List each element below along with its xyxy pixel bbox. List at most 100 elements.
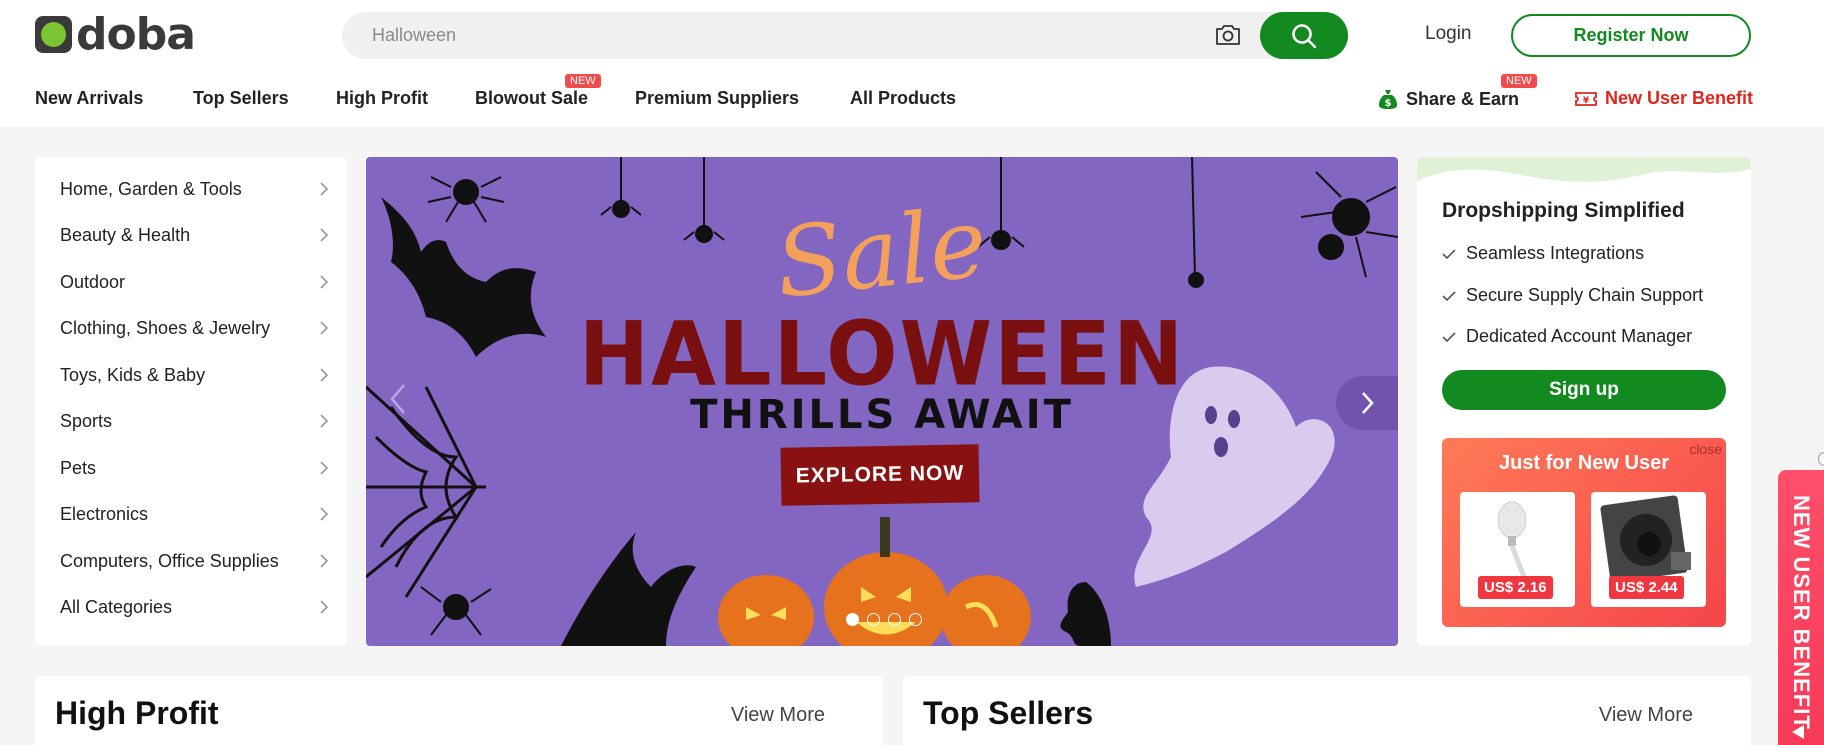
chevron-right-icon bbox=[320, 368, 329, 382]
category-label: Pets bbox=[60, 457, 97, 478]
hero-banner[interactable]: Sale HALLOWEEN THRILLS AWAIT EXPLORE NOW bbox=[366, 157, 1398, 646]
chevron-right-icon bbox=[320, 182, 329, 196]
category-item[interactable]: Electronics bbox=[60, 499, 330, 529]
check-icon bbox=[1442, 248, 1456, 259]
top-sellers-section: Top Sellers View More bbox=[903, 676, 1751, 745]
nav-premium-suppliers[interactable]: Premium Suppliers bbox=[635, 88, 799, 109]
chevron-right-icon bbox=[320, 554, 329, 568]
doba-logo[interactable]: doba bbox=[35, 9, 196, 60]
check-icon bbox=[1442, 290, 1456, 301]
category-item[interactable]: Sports bbox=[60, 406, 330, 436]
money-bag-icon: $ bbox=[1379, 90, 1397, 109]
register-now-button[interactable]: Register Now bbox=[1511, 14, 1751, 57]
pagination-dot[interactable] bbox=[909, 613, 922, 626]
svg-text:¥: ¥ bbox=[1583, 96, 1590, 106]
login-link[interactable]: Login bbox=[1425, 23, 1472, 45]
category-item[interactable]: Clothing, Shoes & Jewelry bbox=[60, 313, 330, 343]
view-more-link[interactable]: View More bbox=[1599, 704, 1693, 727]
sign-up-button[interactable]: Sign up bbox=[1442, 370, 1726, 410]
float-tab-label: NEW USER BENEFIT bbox=[1789, 495, 1814, 730]
category-item[interactable]: Toys, Kids & Baby bbox=[60, 360, 330, 390]
search-input[interactable] bbox=[372, 12, 1222, 59]
category-menu: Home, Garden & Tools Beauty & Health Out… bbox=[35, 157, 347, 646]
arrow-left-icon bbox=[1792, 725, 1804, 739]
promo-title: Just for New User bbox=[1498, 452, 1670, 474]
chevron-left-icon[interactable] bbox=[386, 379, 410, 419]
product-price: US$ 2.44 bbox=[1609, 576, 1684, 599]
category-item[interactable]: Computers, Office Supplies bbox=[60, 546, 330, 576]
chevron-right-icon bbox=[320, 321, 329, 335]
category-item[interactable]: Pets bbox=[60, 453, 330, 483]
ticket-icon: ¥ bbox=[1575, 91, 1597, 106]
svg-text:$: $ bbox=[1385, 98, 1392, 109]
product-price: US$ 2.16 bbox=[1478, 576, 1553, 599]
search-button[interactable] bbox=[1260, 12, 1348, 59]
chevron-right-icon bbox=[320, 507, 329, 521]
chevron-right-icon bbox=[320, 275, 329, 289]
pagination-dot[interactable] bbox=[867, 613, 880, 626]
category-label: Clothing, Shoes & Jewelry bbox=[60, 317, 271, 338]
chevron-right-icon bbox=[320, 414, 329, 428]
camera-icon[interactable] bbox=[1214, 23, 1242, 47]
new-user-benefit-tab[interactable]: NEW USER BENEFIT bbox=[1778, 470, 1824, 745]
dropshipping-title: Dropshipping Simplified bbox=[1442, 199, 1685, 222]
pagination-dot[interactable] bbox=[888, 613, 901, 626]
dropshipping-panel: Dropshipping Simplified Seamless Integra… bbox=[1417, 157, 1751, 646]
category-label: Outdoor bbox=[60, 271, 126, 292]
feature-label: Dedicated Account Manager bbox=[1466, 326, 1693, 346]
promo-product[interactable]: US$ 2.16 bbox=[1460, 492, 1575, 607]
category-item[interactable]: Outdoor bbox=[60, 267, 330, 297]
nav-top-sellers[interactable]: Top Sellers bbox=[193, 88, 289, 109]
main-nav: New Arrivals Top Sellers High Profit Blo… bbox=[0, 74, 1824, 113]
nav-high-profit[interactable]: High Profit bbox=[336, 88, 428, 109]
category-label: Beauty & Health bbox=[60, 224, 191, 245]
new-user-benefit-link[interactable]: ¥ New User Benefit bbox=[1575, 88, 1753, 109]
new-badge: NEW bbox=[565, 74, 601, 88]
float-close-icon[interactable] bbox=[1818, 452, 1824, 466]
chevron-right-icon bbox=[320, 228, 329, 242]
category-item[interactable]: Beauty & Health bbox=[60, 220, 330, 250]
category-label: Toys, Kids & Baby bbox=[60, 364, 206, 385]
nav-blowout-sale[interactable]: Blowout Sale NEW bbox=[475, 74, 601, 109]
new-user-benefit-label: New User Benefit bbox=[1605, 88, 1754, 108]
feature-item: Dedicated Account Manager bbox=[1442, 326, 1692, 347]
section-title: Top Sellers bbox=[923, 695, 1094, 731]
share-new-badge: NEW bbox=[1501, 74, 1537, 88]
chevron-right-icon bbox=[1362, 392, 1374, 414]
view-more-link[interactable]: View More bbox=[731, 704, 825, 727]
check-icon bbox=[1442, 331, 1456, 342]
new-user-promo[interactable]: Just for New User close US$ 2.16 US$ 2.4… bbox=[1442, 438, 1726, 627]
feature-label: Seamless Integrations bbox=[1466, 243, 1645, 263]
category-item[interactable]: Home, Garden & Tools bbox=[60, 174, 330, 204]
search-icon bbox=[1292, 23, 1317, 48]
banner-sale-text: Sale bbox=[770, 186, 992, 320]
share-earn-link[interactable]: $ Share & Earn NEW bbox=[1378, 74, 1537, 110]
search-bar bbox=[342, 12, 1348, 59]
category-label: Sports bbox=[60, 410, 113, 431]
nav-all-products[interactable]: All Products bbox=[850, 88, 956, 109]
explore-now-button[interactable]: EXPLORE NOW bbox=[780, 444, 980, 506]
feature-label: Secure Supply Chain Support bbox=[1466, 285, 1704, 305]
chevron-right-icon bbox=[320, 461, 329, 475]
site-header: doba Login Register Now New Arrivals Top… bbox=[0, 0, 1824, 127]
category-label: Electronics bbox=[60, 503, 149, 524]
nav-new-arrivals[interactable]: New Arrivals bbox=[35, 88, 143, 109]
nav-blowout-sale-label: Blowout Sale bbox=[475, 88, 589, 108]
section-title: High Profit bbox=[55, 695, 219, 731]
high-profit-section: High Profit View More bbox=[35, 676, 883, 745]
chevron-right-icon bbox=[320, 600, 329, 614]
share-earn-label: Share & Earn bbox=[1406, 88, 1520, 109]
wave-decoration-icon bbox=[1417, 157, 1751, 182]
promo-product[interactable]: US$ 2.44 bbox=[1591, 492, 1706, 607]
promo-close-button[interactable]: close bbox=[1689, 441, 1722, 457]
category-label: Home, Garden & Tools bbox=[60, 178, 242, 199]
banner-next-button[interactable] bbox=[1336, 376, 1398, 430]
banner-subhead: THRILLS AWAIT bbox=[690, 392, 1074, 438]
pagination-dot[interactable] bbox=[846, 613, 859, 626]
banner-pagination bbox=[846, 613, 922, 626]
category-label: All Categories bbox=[60, 596, 173, 617]
category-item[interactable]: All Categories bbox=[60, 592, 330, 622]
logo-mark-icon bbox=[35, 16, 72, 53]
logo-text: doba bbox=[76, 9, 196, 60]
banner-headline: HALLOWEEN bbox=[578, 302, 1186, 406]
